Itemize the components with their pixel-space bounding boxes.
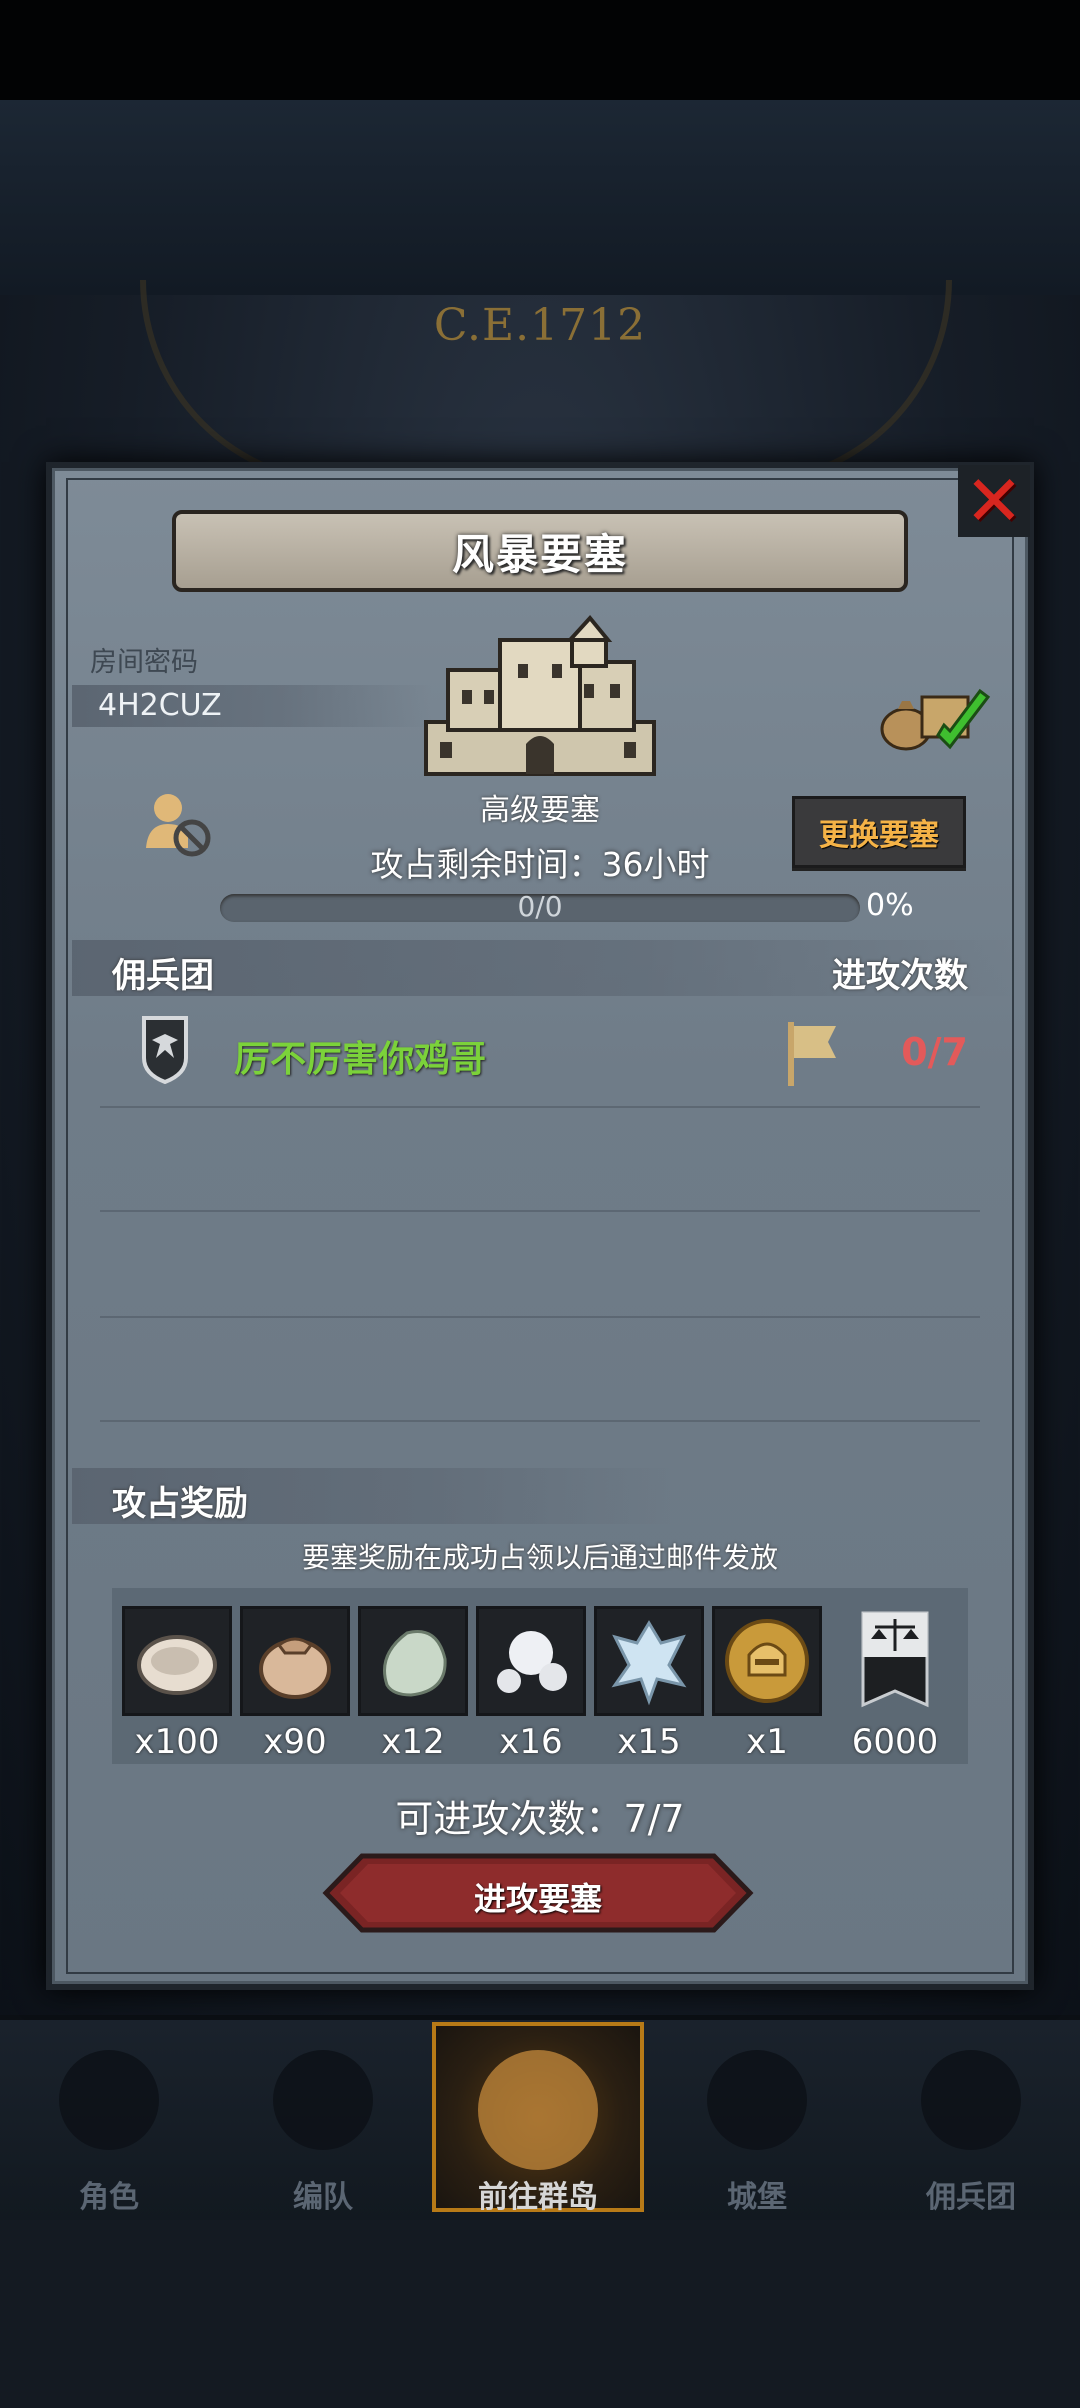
row-divider [100,1210,980,1212]
attack-fortress-label: 进攻要塞 [473,1880,602,1918]
reward-qty: x15 [617,1722,681,1762]
guild-attack-count: 0/7 [901,1030,968,1074]
close-button[interactable]: ✕ [958,465,1030,537]
nav-label: 前往群岛 [478,2180,598,2215]
ship-icon [921,2050,1021,2150]
nav-item-formation[interactable]: 编队 [218,2040,428,2215]
reward-qty: x12 [381,1722,445,1762]
row-divider [100,1316,980,1318]
reward-qty: 6000 [851,1722,939,1762]
close-icon: ✕ [964,460,1024,542]
reward-qty: x16 [499,1722,563,1762]
room-code: 4H2CUZ [98,688,222,723]
reward-qty: x90 [263,1722,327,1762]
pearls-icon [497,1631,567,1693]
era-label: C.E.1712 [433,300,647,351]
nav-label: 城堡 [727,2180,787,2215]
pale-stone-icon [383,1630,447,1697]
reward-qty: x1 [746,1722,788,1762]
helmet-icon [273,2050,373,2150]
attempts-remaining: 可进攻次数：7/7 [395,1797,685,1841]
fortress-icon [424,614,656,776]
oyster-icon [137,1635,217,1695]
rewards-note: 要塞奖励在成功占领以后通过邮件发放 [301,1541,778,1574]
rewards-header: 攻占奖励 [112,1484,248,1524]
row-divider [100,1420,980,1422]
top-bar [0,0,1080,100]
reward-item[interactable]: 6000 [840,1606,950,1762]
reward-item[interactable]: x16 [476,1606,586,1762]
nav-label: 佣兵团 [926,2180,1016,2215]
nav-label: 编队 [293,2180,353,2215]
knight-icon [59,2050,159,2150]
background-band [0,100,1080,295]
bottom-band [0,2220,1080,2408]
sack-icon [259,1637,331,1699]
dialog-title: 风暴要塞 [451,529,628,579]
nav-label: 角色 [79,2180,139,2215]
reward-item[interactable]: x90 [240,1606,350,1762]
progress-text: 0/0 [517,890,563,923]
reward-claimed-icon[interactable] [876,675,996,755]
reward-qty: x100 [134,1722,220,1762]
castle-icon [707,2050,807,2150]
title-banner: 风暴要塞 [172,510,908,592]
room-code-label: 房间密码 [90,647,198,678]
row-divider [100,1106,980,1108]
attack-count-header: 进攻次数 [832,956,968,996]
compass-icon [478,2050,598,2170]
crystal-icon [611,1620,687,1706]
nav-item-mercenary[interactable]: 佣兵团 [866,2040,1076,2215]
reward-item[interactable]: x15 [594,1606,704,1762]
nav-item-castle[interactable]: 城堡 [652,2040,862,2215]
occupy-timer: 攻占剩余时间：36小时 [370,845,710,884]
progress-percent: 0% [866,888,914,923]
reward-item[interactable]: x1 [712,1606,822,1762]
reward-item[interactable]: x100 [122,1606,232,1762]
reward-item[interactable]: x12 [358,1606,468,1762]
nav-item-character[interactable]: 角色 [4,2040,214,2215]
justice-banner-icon [861,1611,929,1708]
gold-helmet-coin-icon [725,1619,809,1703]
